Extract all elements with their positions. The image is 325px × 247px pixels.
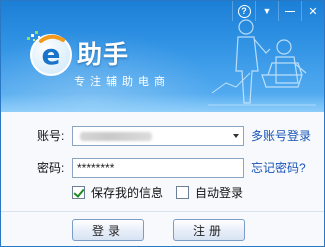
- brand-name: 助手: [77, 40, 130, 69]
- password-input[interactable]: ********: [72, 158, 244, 178]
- multi-account-login-link[interactable]: 多账号登录: [251, 127, 311, 144]
- account-combobox[interactable]: [72, 126, 244, 146]
- header-banner: ? ▼ — ✕ e 助手 专注辅助电商: [1, 1, 324, 112]
- remember-info-checkbox-row[interactable]: 保存我的信息: [72, 184, 163, 201]
- auto-login-checkbox[interactable]: [176, 186, 189, 199]
- business-people-illustration: [208, 19, 316, 106]
- login-button[interactable]: 登录: [72, 219, 144, 241]
- obscured-account-value: [80, 132, 152, 141]
- register-button[interactable]: 注册: [173, 219, 245, 241]
- sparkle-icon: [27, 31, 40, 41]
- remember-info-label[interactable]: 保存我的信息: [91, 184, 163, 201]
- chevron-down-icon[interactable]: [233, 134, 239, 138]
- forgot-password-link[interactable]: 忘记密码?: [251, 159, 306, 176]
- app-logo: e 助手 专注辅助电商: [27, 31, 197, 91]
- slogan: 专注辅助电商: [74, 76, 170, 88]
- password-label: 密码:: [37, 161, 65, 175]
- remember-info-checkbox[interactable]: [72, 186, 85, 199]
- svg-text:e: e: [42, 38, 61, 71]
- login-window: ? ▼ — ✕ e 助手 专注辅助电商 账号: 多账号登录 密码: ******…: [0, 0, 325, 247]
- login-form: 账号: 多账号登录 密码: ******** 忘记密码? 保存我的信息 自动登录…: [1, 112, 324, 246]
- account-label: 账号:: [37, 129, 65, 143]
- auto-login-label[interactable]: 自动登录: [195, 184, 243, 201]
- divider: [1, 211, 324, 212]
- auto-login-checkbox-row[interactable]: 自动登录: [176, 184, 243, 201]
